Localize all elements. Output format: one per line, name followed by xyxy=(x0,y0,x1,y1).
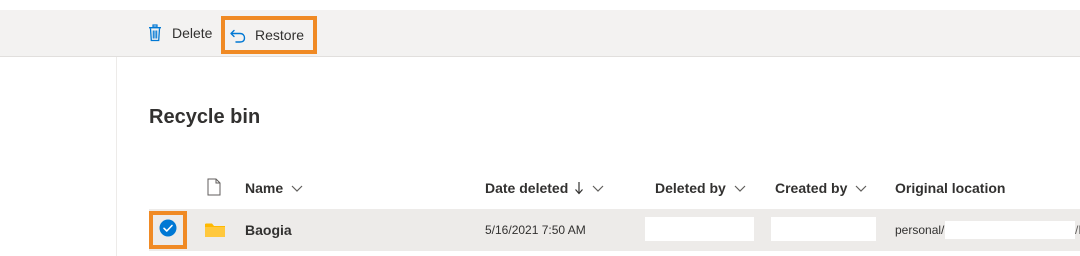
table-row[interactable]: Baogia 5/16/2021 7:50 AM personal/ /D xyxy=(149,209,1080,251)
original-location-column-label: Original location xyxy=(895,180,1006,196)
restore-button[interactable]: Restore xyxy=(221,16,317,54)
deleted-by-value xyxy=(645,217,754,241)
undo-icon xyxy=(229,26,247,44)
sort-descending-icon xyxy=(574,181,584,195)
folder-icon xyxy=(205,222,225,238)
chevron-down-icon xyxy=(291,182,303,194)
top-strip xyxy=(0,0,1080,10)
page-title: Recycle bin xyxy=(149,106,261,128)
checkmark-circle-icon xyxy=(159,219,177,242)
delete-label: Delete xyxy=(172,25,213,41)
restore-label: Restore xyxy=(255,27,305,43)
date-deleted-column-label: Date deleted xyxy=(485,180,569,196)
original-location-value: personal/ xyxy=(895,223,945,237)
original-location-column-header[interactable]: Original location xyxy=(895,172,1005,204)
left-navigation-pane xyxy=(0,57,117,256)
chevron-down-icon xyxy=(592,182,604,194)
trash-icon xyxy=(146,24,164,42)
created-by-value xyxy=(771,217,876,241)
row-date-deleted: 5/16/2021 7:50 AM xyxy=(485,223,586,237)
date-deleted-column-header[interactable]: Date deleted xyxy=(485,172,604,204)
original-location-tail: /D xyxy=(1075,223,1080,237)
deleted-by-column-label: Deleted by xyxy=(655,180,726,196)
file-type-icon xyxy=(207,178,221,199)
list-header: Name Date deleted Deleted by Created by … xyxy=(149,172,1080,204)
delete-button[interactable]: Delete xyxy=(146,17,212,49)
created-by-column-label: Created by xyxy=(775,180,848,196)
row-name-link[interactable]: Baogia xyxy=(245,209,292,251)
deleted-by-column-header[interactable]: Deleted by xyxy=(655,172,746,204)
chevron-down-icon xyxy=(855,182,867,194)
original-location-redacted xyxy=(945,221,1075,239)
file-type-column-header[interactable] xyxy=(207,172,221,204)
chevron-down-icon xyxy=(734,182,746,194)
created-by-column-header[interactable]: Created by xyxy=(775,172,867,204)
command-bar: Delete Restore xyxy=(0,10,1080,57)
name-column-header[interactable]: Name xyxy=(245,172,303,204)
name-column-label: Name xyxy=(245,180,284,196)
row-select-checkbox[interactable] xyxy=(149,211,187,249)
